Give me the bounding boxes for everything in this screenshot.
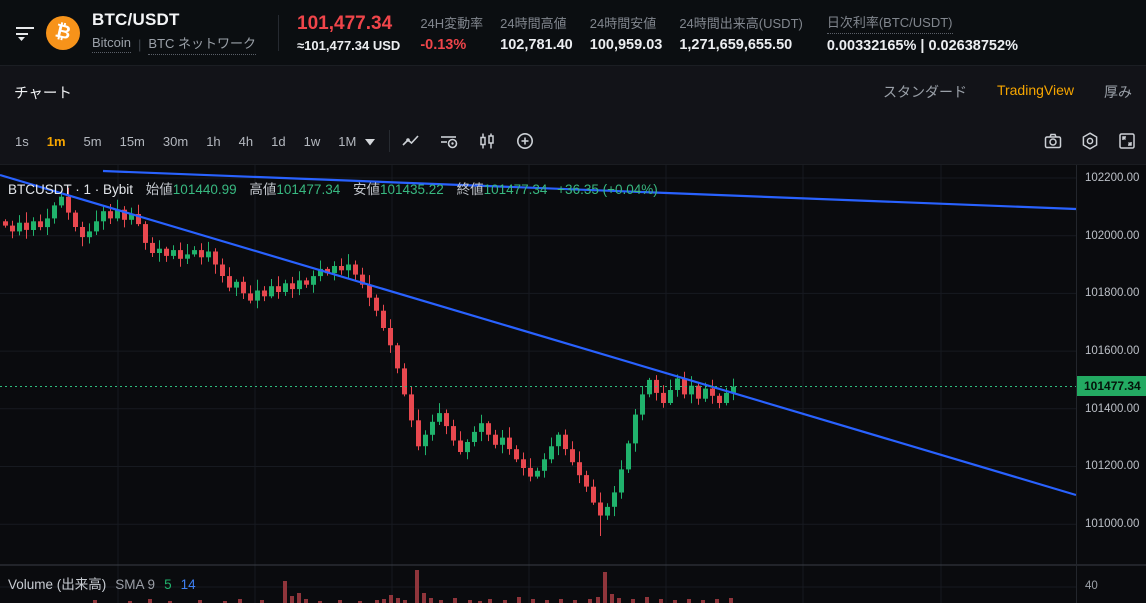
price-tick-label: 102200.00	[1085, 170, 1139, 186]
pair-title: BTC/USDT	[92, 10, 256, 30]
price-tick-label: 101800.00	[1085, 285, 1139, 301]
divider	[389, 130, 390, 152]
price-tick-label: 101400.00	[1085, 401, 1139, 417]
network-link[interactable]: BTC ネットワーク	[148, 33, 256, 55]
chart-canvas[interactable]	[0, 165, 1146, 603]
chart-toolbar: 1s 1m 5m 15m 30m 1h 4h 1d 1w 1M	[0, 118, 1146, 165]
compare-icon[interactable]	[514, 130, 536, 152]
divider	[278, 15, 279, 51]
stat-volume: 24時間出来高(USDT) 1,271,659,655.50	[679, 13, 803, 53]
volume-sma14: 14	[181, 577, 196, 592]
tf-1M[interactable]: 1M	[329, 130, 365, 153]
base-asset-link[interactable]: Bitcoin	[92, 35, 131, 53]
last-price-usd: ≈101,477.34 USD	[297, 38, 400, 53]
legend-symbol: BTCUSDT · 1 · Bybit	[8, 182, 133, 197]
price-tick-label: 102000.00	[1085, 228, 1139, 244]
candle-style-icon[interactable]	[476, 130, 498, 152]
last-price: 101,477.34	[297, 13, 400, 35]
tf-1w[interactable]: 1w	[295, 130, 330, 153]
chart-tab-row: チャート スタンダード TradingView 厚み	[0, 66, 1146, 118]
mode-tradingview[interactable]: TradingView	[997, 82, 1074, 102]
stat-high: 24時間高値 102,781.40	[500, 13, 573, 53]
legend-close: 101477.34	[484, 182, 548, 197]
stat-change-value: -0.13%	[420, 37, 483, 53]
tf-1s[interactable]: 1s	[6, 130, 38, 153]
funding-rate: 日次利率(BTC/USDT) 0.00332165% | 0.02638752%	[827, 12, 1018, 54]
separator: |	[138, 37, 141, 52]
tf-1d[interactable]: 1d	[262, 130, 294, 153]
settings-icon[interactable]	[1079, 130, 1101, 152]
price-axis[interactable]: 101477.34 40 102200.00 102000.00 101800.00…	[1076, 165, 1146, 603]
volume-sma5: 5	[164, 577, 172, 592]
pair-list-icon[interactable]	[10, 20, 40, 46]
funding-rate-value: 0.00332165% | 0.02638752%	[827, 38, 1018, 54]
stat-volume-value: 1,271,659,655.50	[679, 37, 803, 53]
legend-low: 101435.22	[380, 182, 444, 197]
volume-legend: Volume (出来高) SMA 9 5 14	[8, 573, 196, 593]
tab-chart[interactable]: チャート	[14, 82, 72, 103]
last-price-badge: 101477.34	[1077, 376, 1146, 396]
legend-change: +36.35 (+0.04%)	[557, 182, 658, 197]
tf-30m[interactable]: 30m	[154, 130, 197, 153]
mode-standard[interactable]: スタンダード	[883, 82, 967, 102]
camera-icon[interactable]	[1042, 130, 1064, 152]
funding-rate-label[interactable]: 日次利率(BTC/USDT)	[827, 12, 953, 34]
header: ₿ BTC/USDT Bitcoin | BTC ネットワーク 101,477.…	[0, 0, 1146, 66]
stat-low: 24時間安値 100,959.03	[590, 13, 663, 53]
chart-area: BTCUSDT · 1 · Bybit 始値101440.99 高値101477…	[0, 165, 1146, 603]
price-tick-label: 101600.00	[1085, 343, 1139, 359]
tf-15m[interactable]: 15m	[111, 130, 154, 153]
timeframe-dropdown-icon[interactable]	[365, 139, 375, 146]
btc-logo-icon: ₿	[46, 16, 80, 50]
stat-low-value: 100,959.03	[590, 37, 663, 53]
volume-axis-tick: 40	[1085, 580, 1098, 592]
indicators-icon[interactable]	[438, 130, 460, 152]
tf-5m[interactable]: 5m	[75, 130, 111, 153]
tf-1m[interactable]: 1m	[38, 130, 75, 153]
stats-24h: 24H変動率 -0.13% 24時間高値 102,781.40 24時間安値 1…	[420, 13, 803, 53]
stat-change: 24H変動率 -0.13%	[420, 13, 483, 53]
legend-open: 101440.99	[173, 182, 237, 197]
tf-4h[interactable]: 4h	[230, 130, 262, 153]
tf-1h[interactable]: 1h	[197, 130, 229, 153]
price-tick-label: 101000.00	[1085, 516, 1139, 532]
price-tick-label: 101200.00	[1085, 458, 1139, 474]
ohlc-legend: BTCUSDT · 1 · Bybit 始値101440.99 高値101477…	[8, 178, 658, 198]
chart-type-icon[interactable]	[400, 130, 422, 152]
legend-high: 101477.34	[276, 182, 340, 197]
stat-high-value: 102,781.40	[500, 37, 573, 53]
mode-depth[interactable]: 厚み	[1104, 82, 1132, 102]
fullscreen-icon[interactable]	[1116, 130, 1138, 152]
